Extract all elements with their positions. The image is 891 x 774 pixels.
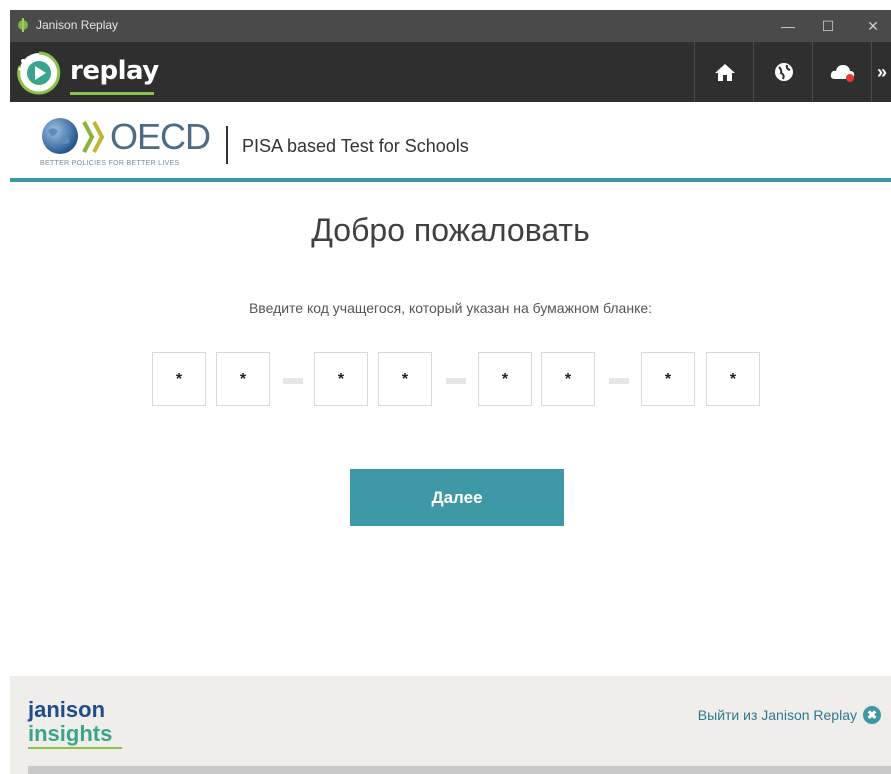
next-button[interactable]: Далее [350,469,564,526]
replay-logo-icon [17,51,61,95]
more-button[interactable]: » [871,42,891,102]
language-button[interactable] [753,42,813,102]
code-digit-5[interactable]: * [478,352,532,406]
oecd-wordmark: OECD [110,116,211,157]
app-icon [18,18,28,32]
code-digit-8[interactable]: * [706,352,760,406]
close-button[interactable]: ✕ [855,10,891,42]
desktop-edge [0,0,10,774]
maximize-button[interactable]: ☐ [810,10,846,42]
test-title: PISA based Test for Schools [242,136,469,156]
exit-label: Выйти из Janison Replay [697,707,857,723]
instruction-text: Введите код учащегося, который указан на… [248,300,653,316]
title-bar: Janison Replay — ☐ ✕ [10,10,891,42]
code-digit-1[interactable]: * [152,352,206,406]
code-digit-6[interactable]: * [541,352,595,406]
header-divider [226,126,228,164]
exit-link[interactable]: Выйти из Janison Replay ✖ [698,706,881,724]
oecd-tagline: BETTER POLICIES FOR BETTER LIVES [40,160,180,167]
page-footer: janison insights Выйти из Janison Replay… [10,676,891,774]
page-header: OECD BETTER POLICIES FOR BETTER LIVES PI… [10,102,891,182]
code-digit-2[interactable]: * [216,352,270,406]
brand-name: replay [70,56,159,86]
expand-chevron-icon: » [876,61,887,82]
sync-status-button[interactable] [812,42,872,102]
app-window: Janison Replay — ☐ ✕ replay » OECD BETTE… [10,10,891,774]
minimize-button[interactable]: — [770,10,806,42]
app-toolbar: replay » [10,42,891,102]
logo-line-1: janison [28,697,106,722]
welcome-heading: Добро пожаловать [311,212,590,248]
logo-underline [28,747,122,749]
exit-close-icon: ✖ [863,706,881,724]
home-button[interactable] [694,42,754,102]
oecd-arrows-icon [82,121,105,153]
cloud-status-icon [830,65,854,82]
globe-icon [774,63,793,81]
oecd-globe-icon [42,118,78,154]
code-digit-4[interactable]: * [378,352,432,406]
code-separator [283,378,303,384]
window-title: Janison Replay [36,18,119,32]
code-separator [446,378,466,384]
horizontal-scrollbar[interactable] [28,766,891,774]
code-digit-3[interactable]: * [314,352,368,406]
main-content: Добро пожаловать Введите код учащегося, … [10,182,891,676]
code-separator [609,378,629,384]
home-icon [714,64,735,81]
logo-line-2: insights [28,721,113,746]
code-digit-7[interactable]: * [641,352,695,406]
brand-underline [70,92,154,95]
janison-insights-logo: janison insights [28,698,122,749]
